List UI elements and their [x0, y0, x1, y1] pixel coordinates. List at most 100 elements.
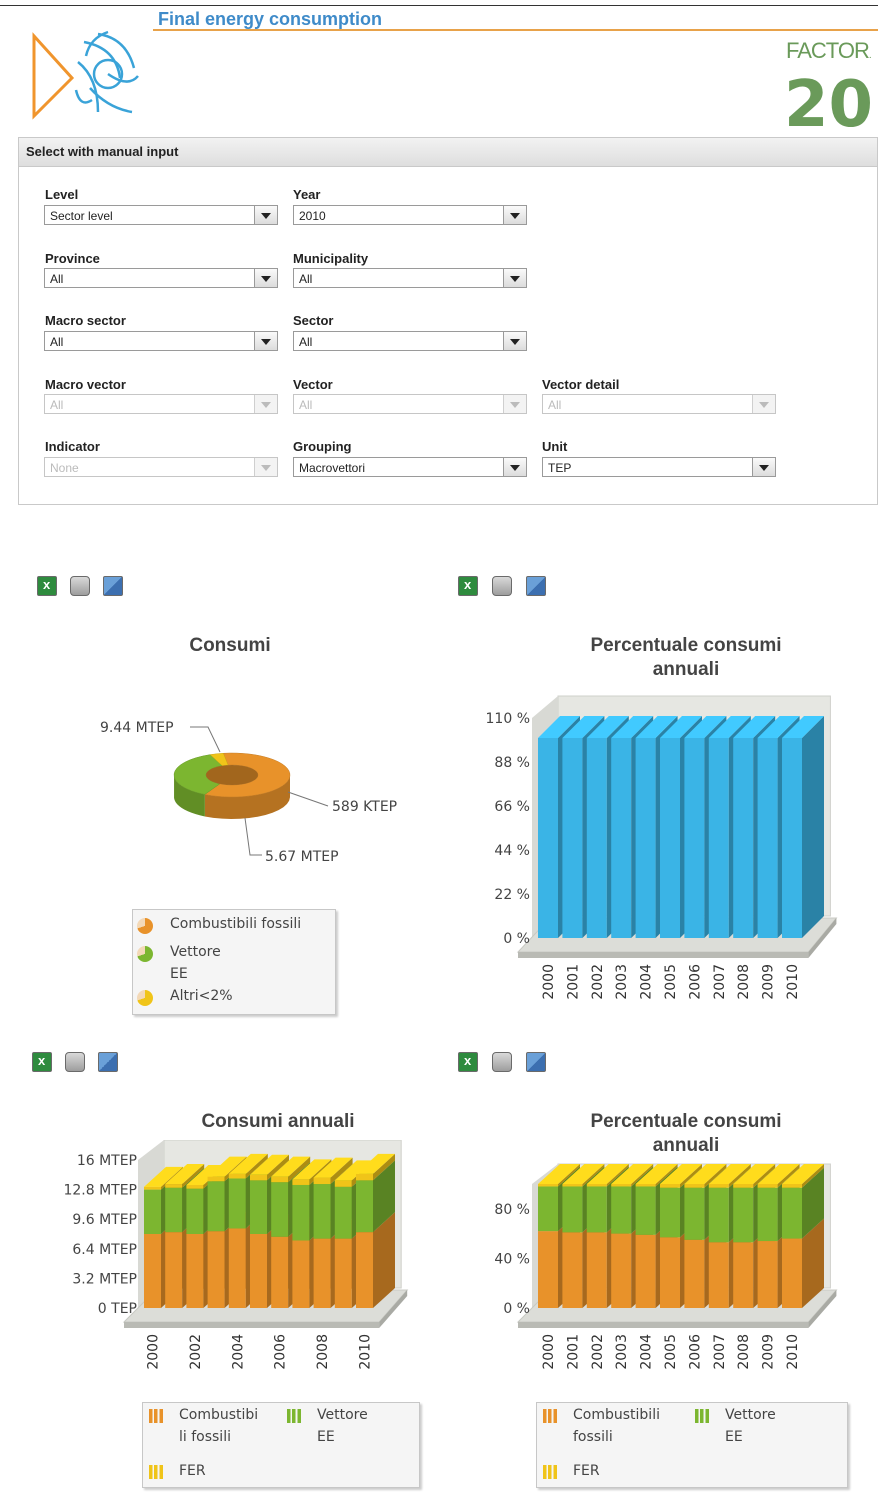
bar-segment	[708, 1242, 729, 1308]
factor-logo-text: FACTOR.	[786, 38, 872, 63]
province-label: Province	[45, 251, 100, 266]
legend-label-line2: EE	[725, 1429, 743, 1445]
pie-value-label: 5.67 MTEP	[265, 849, 339, 865]
print-icon[interactable]	[492, 1052, 512, 1072]
chart-floor-edge	[518, 952, 809, 958]
excel-export-icon[interactable]	[32, 1052, 52, 1072]
print-icon[interactable]	[492, 576, 512, 596]
chevron-down-icon[interactable]	[503, 458, 526, 476]
legend-label-line2: fossili	[573, 1429, 613, 1445]
percent-stacked-chart: 0 % 40 % 80 % 2000 2001 2002 2003 2004 2005 2006 2…	[494, 1163, 838, 1370]
macro-vector-select[interactable]: All	[44, 394, 278, 414]
municipality-select[interactable]: All	[293, 268, 527, 288]
bar-segment	[684, 1184, 705, 1188]
y-tick-label: 0 %	[503, 1301, 530, 1317]
bar-segment	[708, 738, 729, 938]
legend-label: Vettore	[725, 1407, 776, 1423]
y-tick-label: 80 %	[494, 1202, 530, 1218]
x-tick-label: 2010	[358, 1334, 374, 1370]
legend-label: Vettore	[170, 944, 221, 960]
legend-bar-icon	[287, 1409, 301, 1423]
indicator-label: Indicator	[45, 439, 100, 454]
chevron-down-icon[interactable]	[503, 269, 526, 287]
pie-chart: 9.44 MTEP 589 KTEP 5.67 MTEP	[100, 720, 397, 865]
bar-segment	[684, 738, 705, 938]
bar-segment	[635, 1234, 656, 1308]
save-image-icon[interactable]	[103, 576, 123, 596]
x-tick-label: 2004	[639, 1334, 655, 1370]
bar-segment	[538, 1231, 558, 1308]
y-tick-label: 0 %	[503, 931, 530, 947]
bar-segment	[271, 1176, 289, 1183]
bar-segment	[586, 1184, 607, 1187]
bar-segment	[586, 1186, 607, 1233]
chevron-down-icon[interactable]	[254, 206, 277, 224]
x-tick-label: 2010	[785, 964, 801, 1000]
bar-segment	[684, 1187, 705, 1240]
level-select[interactable]: Sector level	[44, 205, 278, 225]
chart2-title: Percentuale consumi annuali	[590, 635, 782, 680]
chart-floor-edge	[518, 1322, 809, 1328]
manual-input-panel: Select with manual input	[18, 137, 878, 505]
annual-legend: Combustibi li fossili Vettore EE FER	[142, 1402, 420, 1488]
bar-segment	[562, 1232, 583, 1308]
bar-segment	[538, 738, 558, 938]
x-tick-label: 2000	[541, 964, 557, 1000]
save-image-icon[interactable]	[98, 1052, 118, 1072]
save-image-icon[interactable]	[526, 1052, 546, 1072]
legend-label: Vettore	[317, 1407, 368, 1423]
pie-value-label: 9.44 MTEP	[100, 720, 174, 736]
vector-detail-select[interactable]: All	[542, 394, 776, 414]
bar-segment	[782, 1187, 802, 1239]
pie-value-label: 589 KTEP	[332, 799, 397, 815]
grouping-select[interactable]: Macrovettori	[293, 457, 527, 477]
chevron-down-icon[interactable]	[503, 332, 526, 350]
excel-export-icon[interactable]	[458, 576, 478, 596]
panel-title: Select with manual input	[19, 138, 877, 167]
bar-segment	[186, 1188, 204, 1234]
bar-segment	[165, 1232, 183, 1308]
indicator-select[interactable]: None	[44, 457, 278, 477]
chevron-down-icon[interactable]	[503, 395, 526, 413]
bar-segment	[144, 1186, 161, 1190]
save-image-icon[interactable]	[526, 576, 546, 596]
unit-select[interactable]: TEP	[542, 457, 776, 477]
year-select[interactable]: 2010	[293, 205, 527, 225]
chevron-down-icon[interactable]	[752, 458, 775, 476]
y-tick-label: 9.6 MTEP	[72, 1212, 137, 1228]
vector-select[interactable]: All	[293, 394, 527, 414]
chevron-down-icon[interactable]	[254, 458, 277, 476]
pie-leader-line	[244, 817, 262, 856]
chevron-down-icon[interactable]	[254, 269, 277, 287]
bar-segment	[228, 1173, 246, 1179]
legend-bar-icon	[149, 1409, 163, 1423]
chevron-down-icon[interactable]	[503, 206, 526, 224]
bar-segment	[271, 1236, 289, 1308]
chevron-down-icon[interactable]	[254, 395, 277, 413]
macro-sector-select[interactable]: All	[44, 331, 278, 351]
excel-export-icon[interactable]	[37, 576, 57, 596]
x-tick-label: 2001	[565, 1334, 581, 1370]
bar-segment	[207, 1181, 225, 1232]
province-value: All	[50, 272, 64, 286]
x-tick-label: 2002	[188, 1334, 204, 1370]
province-select[interactable]: All	[44, 268, 278, 288]
x-tick-label: 2007	[712, 964, 728, 1000]
x-tick-label: 2002	[590, 1334, 606, 1370]
chevron-down-icon[interactable]	[752, 395, 775, 413]
sector-select[interactable]: All	[293, 331, 527, 351]
bar-segment	[334, 1180, 352, 1187]
y-tick-label: 40 %	[494, 1251, 530, 1267]
excel-export-icon[interactable]	[458, 1052, 478, 1072]
print-icon[interactable]	[70, 576, 90, 596]
x-tick-label: 2003	[614, 1334, 630, 1370]
print-icon[interactable]	[65, 1052, 85, 1072]
chevron-down-icon[interactable]	[254, 332, 277, 350]
x-tick-label: 2000	[541, 1334, 557, 1370]
pie-leader-line	[287, 791, 329, 807]
bar-segment	[757, 738, 778, 938]
municipality-value: All	[299, 272, 313, 286]
legend-label-line2: EE	[317, 1429, 335, 1445]
bar-segment	[782, 738, 802, 938]
x-tick-label: 2010	[785, 1334, 801, 1370]
